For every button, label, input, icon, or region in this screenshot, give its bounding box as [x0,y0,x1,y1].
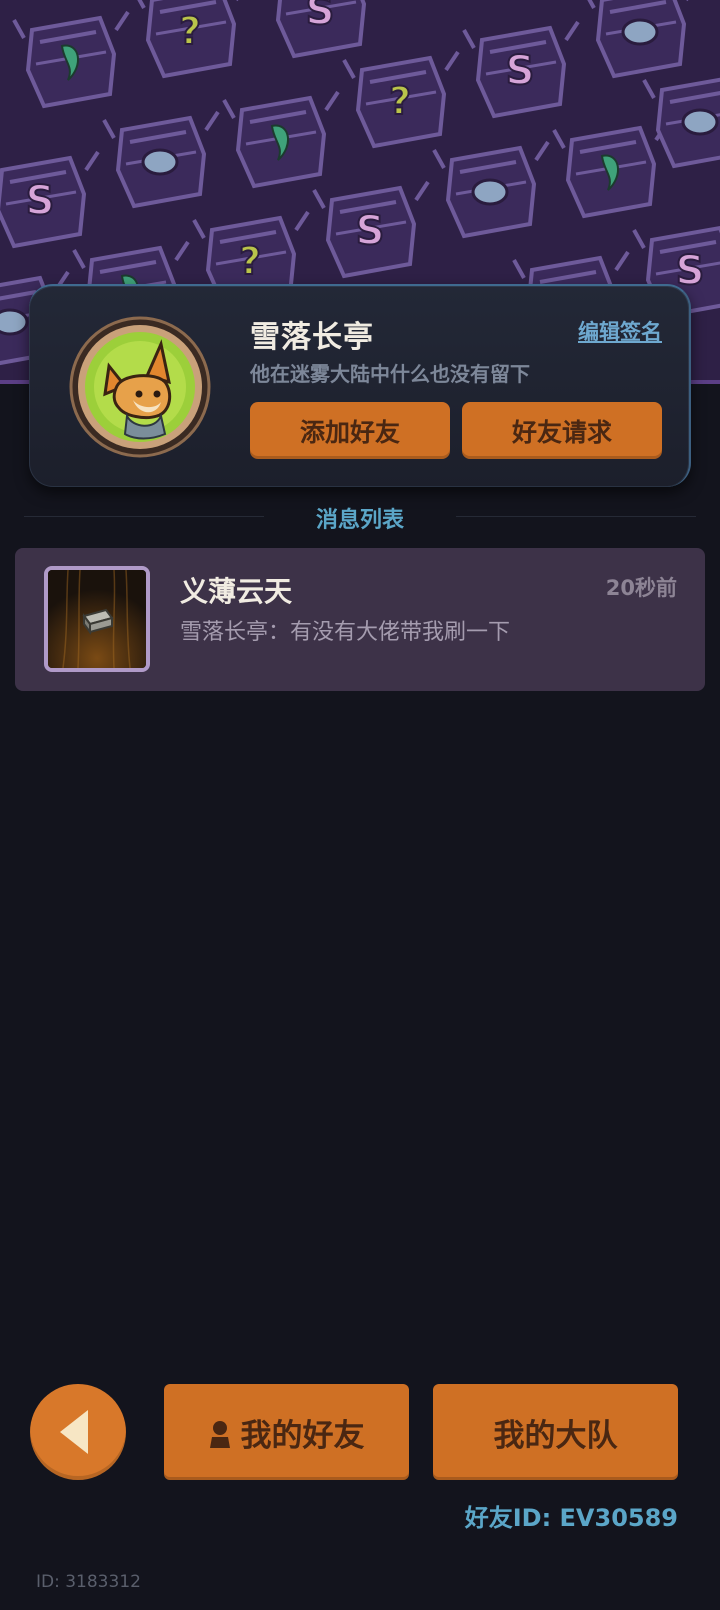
person-icon [209,1421,230,1448]
friend-request-button[interactable]: 好友请求 [462,402,662,459]
add-friend-button[interactable]: 添加好友 [250,402,450,459]
message-list-item[interactable]: 义薄云天 20秒前 雪落长亭：有没有大佬带我刷一下 [15,548,705,691]
fox-avatar-icon[interactable] [69,316,211,458]
my-team-button[interactable]: 我的大队 [433,1384,678,1480]
back-arrow-icon [60,1410,88,1454]
message-sender: 义薄云天 [180,575,293,608]
back-button[interactable] [30,1384,126,1480]
book-icon [48,570,146,668]
user-id-label: ID: 3183312 [36,1572,141,1592]
message-time: 20秒前 [605,576,677,600]
edit-signature-link[interactable]: 编辑签名 [578,316,662,346]
message-list-title: 消息列表 [315,508,404,533]
my-friends-label: 我的好友 [240,1417,365,1454]
message-thumbnail [44,566,150,672]
message-preview: 雪落长亭：有没有大佬带我刷一下 [180,620,511,645]
my-friends-button[interactable]: 我的好友 [164,1384,409,1480]
profile-card: 雪落长亭 编辑签名 他在迷雾大陆中什么也没有留下 添加好友 好友请求 [29,284,691,487]
profile-signature: 他在迷雾大陆中什么也没有留下 [250,362,530,386]
friends-screen: S ? [0,0,720,1610]
friend-id-label: 好友ID: EV30589 [464,1504,678,1532]
profile-name: 雪落长亭 [250,320,374,355]
